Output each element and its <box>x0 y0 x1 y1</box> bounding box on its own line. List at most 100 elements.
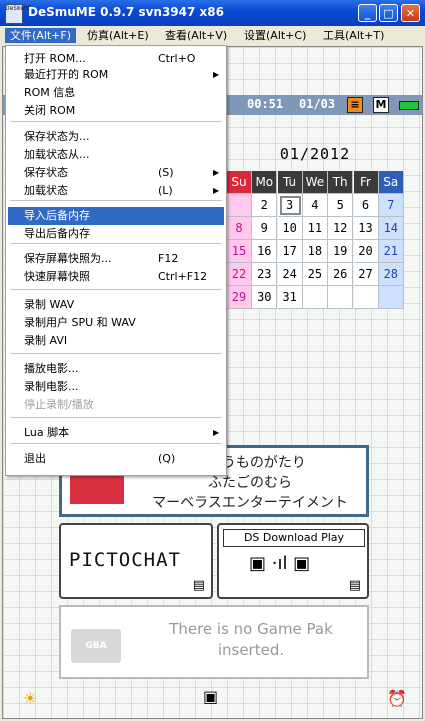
menu-item-record-movie[interactable]: 录制电影... <box>8 378 224 396</box>
ds-clock: 00:51 <box>247 97 284 111</box>
calendar-day[interactable]: 2 <box>252 194 278 217</box>
menu-item-export-backup-memory[interactable]: 导出后备内存 <box>8 225 224 243</box>
minimize-button[interactable]: _ <box>358 4 377 22</box>
calendar-day[interactable]: 26 <box>328 263 354 286</box>
calendar-day[interactable]: 18 <box>302 240 328 263</box>
menu-item-stop-record-play[interactable]: 停止录制/播放 <box>8 396 224 414</box>
pictochat-label: PICTOCHAT <box>69 549 181 571</box>
calendar-day[interactable]: 23 <box>252 263 278 286</box>
menu-item-save-state-as[interactable]: 保存状态为... <box>8 128 224 146</box>
calendar-weekday: Sa <box>378 171 404 194</box>
menu-item-record-user-spu-wav[interactable]: 录制用户 SPU 和 WAV <box>8 314 224 332</box>
calendar-day[interactable]: 20 <box>353 240 379 263</box>
calendar-day[interactable]: 31 <box>277 286 303 309</box>
calendar-day[interactable] <box>353 286 379 309</box>
menu-item-shortcut: F12 <box>158 252 179 265</box>
menu-item-play-movie[interactable]: 播放电影... <box>8 360 224 378</box>
close-button[interactable]: ✕ <box>401 4 420 22</box>
menu-item-label: 保存状态为... <box>24 130 90 143</box>
menu-item-recent-roms[interactable]: 最近打开的 ROM ▶ <box>8 66 224 84</box>
calendar-day[interactable]: 8 <box>227 217 252 240</box>
menu-config[interactable]: 设置(Alt+C) <box>239 28 311 43</box>
brightness-icon[interactable]: ☀ <box>23 689 37 708</box>
menu-tools[interactable]: 工具(Alt+T) <box>318 28 389 43</box>
desmume-app-icon[interactable]: DeSmuME <box>5 4 31 24</box>
menu-item-shortcut: (S) <box>158 166 174 179</box>
calendar-day[interactable]: 3 <box>277 194 303 217</box>
calendar-day[interactable]: 7 <box>378 194 404 217</box>
calendar-day[interactable]: 30 <box>252 286 278 309</box>
wireless-icon: ▣ ·ıl ▣ <box>249 553 311 574</box>
menu-item-shortcut: (L) <box>158 184 173 197</box>
calendar-day[interactable]: 24 <box>277 263 303 286</box>
menu-file[interactable]: 文件(Alt+F) <box>5 28 77 43</box>
ds-card-icon: ▤ <box>192 578 205 593</box>
submenu-arrow-icon: ▶ <box>213 186 220 195</box>
menu-item-label: 退出 <box>24 452 46 465</box>
menu-item-label: 停止录制/播放 <box>24 398 94 411</box>
menu-separator <box>10 417 222 418</box>
menu-item-load-state[interactable]: 加载状态 (L) ▶ <box>8 182 224 200</box>
ds-card-icon: ▤ <box>348 578 361 593</box>
ds-mode-icon: M <box>373 97 389 113</box>
calendar-day[interactable]: 9 <box>252 217 278 240</box>
menu-item-lua-script[interactable]: Lua 脚本 ▶ <box>8 424 224 442</box>
calendar-day[interactable]: 10 <box>277 217 303 240</box>
file-menu-dropdown: 打开 ROM... Ctrl+O 最近打开的 ROM ▶ ROM 信息 关闭 ROM 保存状… <box>5 45 227 476</box>
alarm-clock-icon[interactable]: ⏰ <box>387 689 407 708</box>
calendar-day[interactable]: 17 <box>277 240 303 263</box>
calendar-day[interactable]: 11 <box>302 217 328 240</box>
ds-card-icon[interactable]: ▣ <box>203 687 218 706</box>
calendar-day[interactable]: 5 <box>328 194 354 217</box>
menu-item-import-backup-memory[interactable]: 导入后备内存 <box>8 207 224 225</box>
calendar-day[interactable]: 13 <box>353 217 379 240</box>
menu-separator <box>10 353 222 354</box>
maximize-button[interactable]: □ <box>379 4 398 22</box>
calendar-day[interactable] <box>328 286 354 309</box>
calendar-day[interactable]: 12 <box>328 217 354 240</box>
calendar-day[interactable]: 25 <box>302 263 328 286</box>
menu-item-shortcut: Ctrl+F12 <box>158 270 208 283</box>
calendar-day[interactable]: 21 <box>378 240 404 263</box>
calendar-day[interactable]: 28 <box>378 263 404 286</box>
submenu-arrow-icon: ▶ <box>213 428 220 437</box>
menu-item-label: 播放电影... <box>24 362 79 375</box>
calendar-day[interactable]: 19 <box>328 240 354 263</box>
menu-item-record-wav[interactable]: 录制 WAV <box>8 296 224 314</box>
menu-item-quick-screenshot[interactable]: 快速屏幕快照 Ctrl+F12 <box>8 268 224 286</box>
ds-date: 01/03 <box>299 97 336 111</box>
menu-item-record-avi[interactable]: 录制 AVI <box>8 332 224 350</box>
calendar-day[interactable] <box>227 194 252 217</box>
calendar-weekday: We <box>302 171 328 194</box>
submenu-arrow-icon: ▶ <box>213 168 220 177</box>
menu-item-close-rom[interactable]: 关闭 ROM <box>8 102 224 120</box>
calendar-day[interactable]: 16 <box>252 240 278 263</box>
calendar-weekday: Su <box>227 171 252 194</box>
gba-cartridge-icon: GBA <box>71 629 121 663</box>
menu-item-label: 录制 AVI <box>24 334 68 347</box>
calendar-day[interactable] <box>302 286 328 309</box>
calendar-day[interactable]: 15 <box>227 240 252 263</box>
calendar-day[interactable]: 22 <box>227 263 252 286</box>
menu-item-exit[interactable]: 退出 (Q) <box>8 450 224 468</box>
menu-item-rom-info[interactable]: ROM 信息 <box>8 84 224 102</box>
ds-settings-icon: ≡ <box>347 97 363 113</box>
calendar-day[interactable]: 4 <box>302 194 328 217</box>
calendar-weekday: Th <box>328 171 354 194</box>
pictochat-button[interactable]: PICTOCHAT ▤ <box>59 523 213 599</box>
menu-item-label: 录制电影... <box>24 380 79 393</box>
calendar-day[interactable]: 14 <box>378 217 404 240</box>
menu-emulation[interactable]: 仿真(Alt+E) <box>82 28 154 43</box>
calendar-day[interactable]: 6 <box>353 194 379 217</box>
menu-item-label: 保存屏幕快照为... <box>24 252 112 265</box>
gba-slot-panel: GBA There is no Game Pak inserted. <box>59 605 369 679</box>
menu-item-load-state-from[interactable]: 加载状态从... <box>8 146 224 164</box>
menu-view[interactable]: 查看(Alt+V) <box>160 28 232 43</box>
calendar-day[interactable]: 29 <box>227 286 252 309</box>
calendar-day[interactable]: 27 <box>353 263 379 286</box>
calendar-day[interactable] <box>378 286 404 309</box>
menu-item-save-screenshot-as[interactable]: 保存屏幕快照为... F12 <box>8 250 224 268</box>
download-play-button[interactable]: DS Download Play ▣ ·ıl ▣ ▤ <box>217 523 369 599</box>
menu-item-save-state[interactable]: 保存状态 (S) ▶ <box>8 164 224 182</box>
menu-separator <box>10 200 222 201</box>
